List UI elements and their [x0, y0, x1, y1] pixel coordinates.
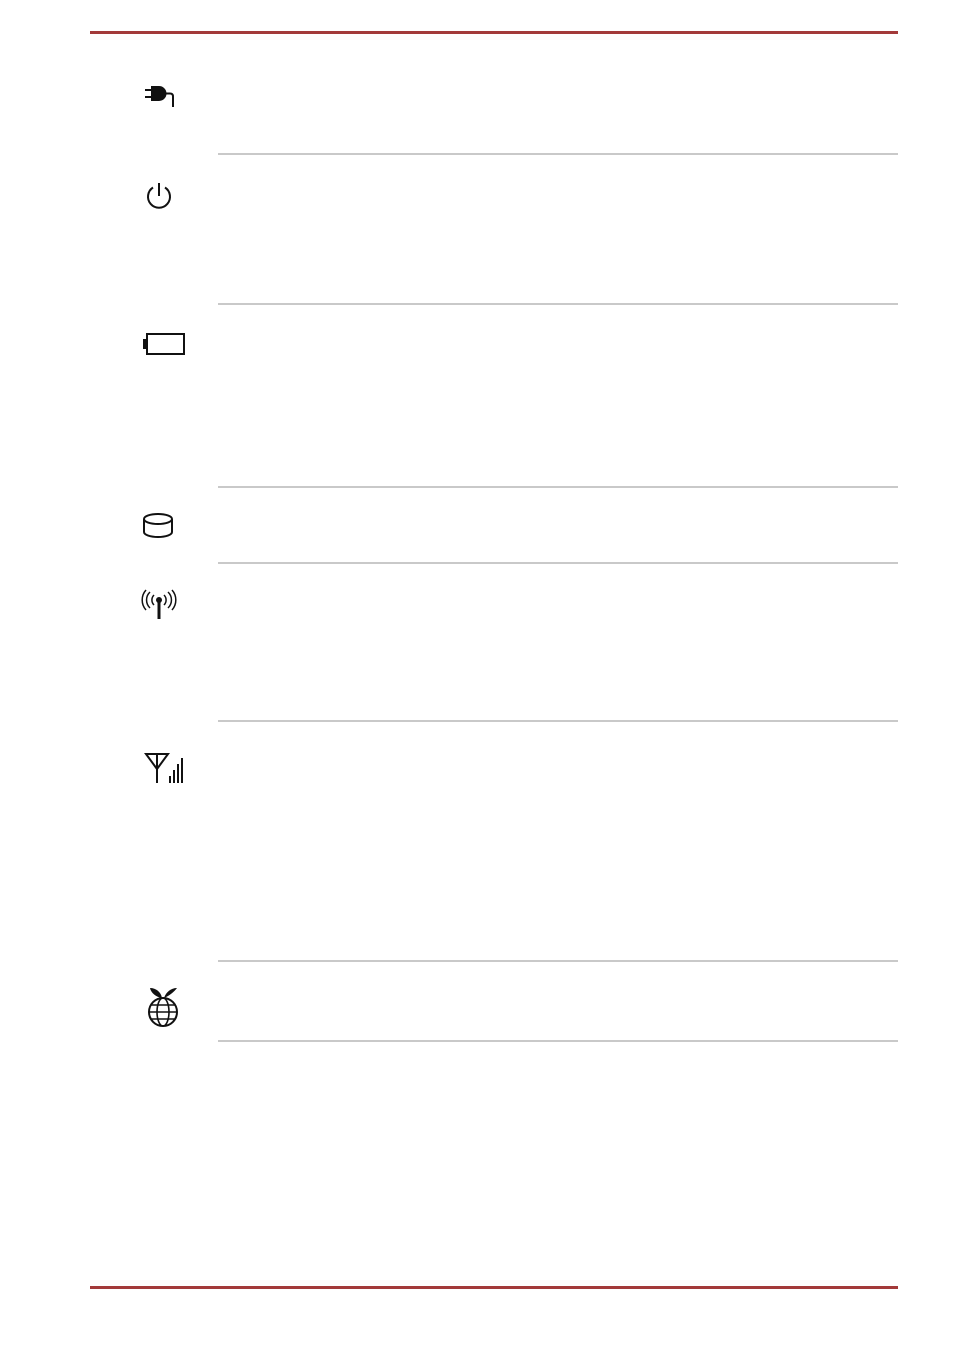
power-icon: [143, 180, 175, 212]
separator: [218, 562, 898, 564]
footer-rule: [90, 1286, 898, 1289]
separator: [218, 960, 898, 962]
separator: [218, 720, 898, 722]
battery-icon: [140, 330, 188, 358]
separator: [218, 1040, 898, 1042]
storage-drive-icon: [140, 511, 178, 541]
dc-in-plug-icon: [140, 80, 178, 110]
mobile-signal-icon: [140, 750, 186, 786]
header-rule: [90, 31, 898, 34]
eco-globe-icon: [141, 985, 185, 1031]
separator: [218, 486, 898, 488]
separator: [218, 303, 898, 305]
wireless-antenna-icon: [141, 588, 177, 622]
separator: [218, 153, 898, 155]
